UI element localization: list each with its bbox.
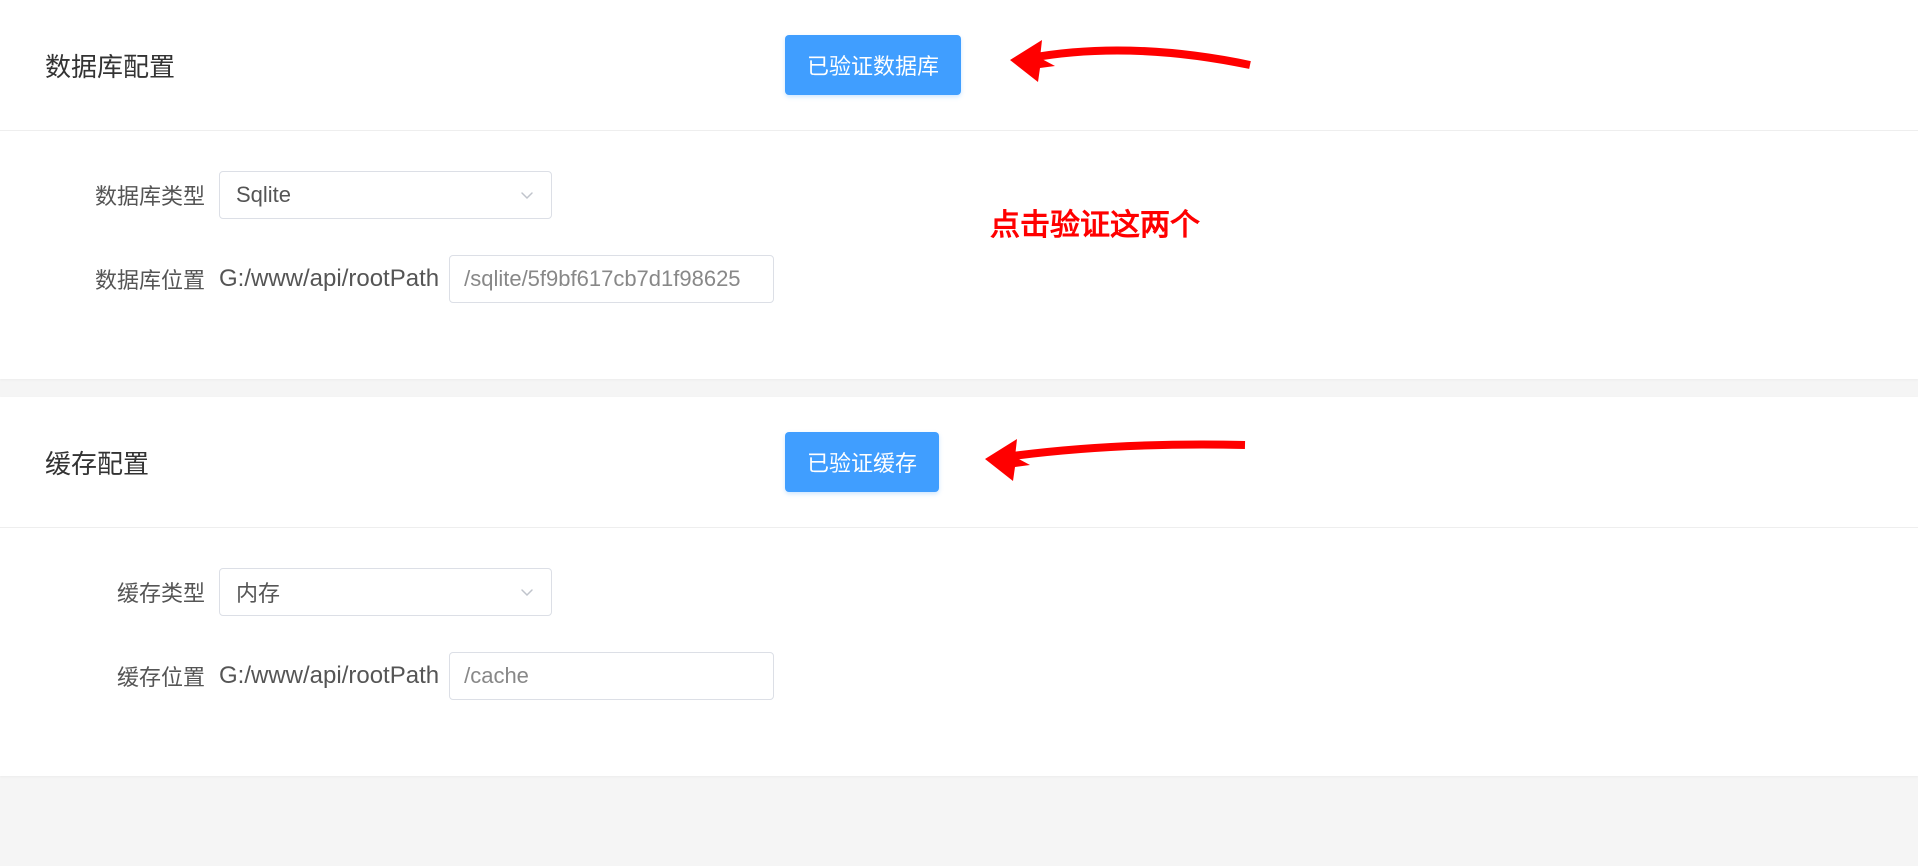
- chevron-down-icon: [519, 584, 535, 600]
- cache-path-prefix: G:/www/api/rootPath: [219, 662, 439, 690]
- cache-config-panel: 缓存配置 已验证缓存 缓存类型 内存 缓存位置 G:/www/api/rootP…: [0, 397, 1918, 776]
- database-type-value: Sqlite: [236, 182, 291, 208]
- cache-type-select[interactable]: 内存: [219, 568, 552, 616]
- verify-database-button[interactable]: 已验证数据库: [785, 35, 961, 95]
- cache-path-label: 缓存位置: [45, 660, 205, 692]
- database-path-row: 数据库位置 G:/www/api/rootPath: [45, 255, 1873, 303]
- cache-panel-body: 缓存类型 内存 缓存位置 G:/www/api/rootPath: [0, 528, 1918, 700]
- cache-type-row: 缓存类型 内存: [45, 568, 1873, 616]
- database-type-label: 数据库类型: [45, 179, 205, 211]
- verify-cache-button[interactable]: 已验证缓存: [785, 432, 939, 492]
- database-path-label: 数据库位置: [45, 263, 205, 295]
- cache-path-input[interactable]: [449, 652, 774, 700]
- cache-config-title: 缓存配置: [45, 444, 785, 481]
- database-type-row: 数据库类型 Sqlite: [45, 171, 1873, 219]
- database-config-title: 数据库配置: [45, 47, 785, 84]
- arrow-icon: [1000, 30, 1260, 90]
- database-config-panel: 数据库配置 已验证数据库 数据库类型 Sqlite 数据库位置 G:/www/a…: [0, 0, 1918, 379]
- cache-type-value: 内存: [236, 576, 280, 608]
- database-path-prefix: G:/www/api/rootPath: [219, 265, 439, 293]
- cache-type-label: 缓存类型: [45, 576, 205, 608]
- cache-panel-header: 缓存配置 已验证缓存: [0, 397, 1918, 528]
- database-path-input[interactable]: [449, 255, 774, 303]
- database-panel-header: 数据库配置 已验证数据库: [0, 0, 1918, 131]
- arrow-icon: [975, 427, 1255, 487]
- database-panel-body: 数据库类型 Sqlite 数据库位置 G:/www/api/rootPath: [0, 131, 1918, 303]
- chevron-down-icon: [519, 187, 535, 203]
- database-type-select[interactable]: Sqlite: [219, 171, 552, 219]
- cache-path-row: 缓存位置 G:/www/api/rootPath: [45, 652, 1873, 700]
